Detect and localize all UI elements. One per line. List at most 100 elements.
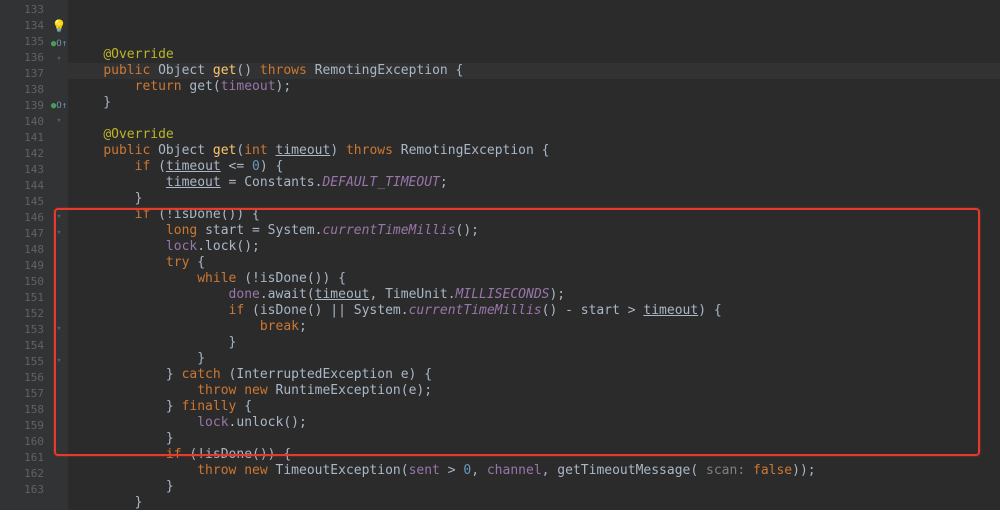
code-line[interactable]: }: [68, 351, 1000, 367]
code-token: channel: [487, 463, 542, 478]
code-line[interactable]: }: [68, 191, 1000, 207]
code-line[interactable]: return get(timeout);: [68, 79, 1000, 95]
code-token: ));: [792, 463, 815, 478]
code-line[interactable]: if (!isDone()) {: [68, 447, 1000, 463]
code-token: , TimeUnit.: [369, 287, 455, 302]
code-line[interactable]: while (!isDone()) {: [68, 271, 1000, 287]
code-line[interactable]: @Override: [68, 127, 1000, 143]
code-token: ) {: [260, 159, 283, 174]
fold-toggle-icon[interactable]: ▾: [56, 228, 61, 238]
code-line[interactable]: try {: [68, 255, 1000, 271]
code-token: Object: [158, 63, 213, 78]
code-token: );: [276, 79, 292, 94]
code-line[interactable]: break;: [68, 319, 1000, 335]
line-number: 156: [0, 370, 50, 386]
code-token: if: [166, 447, 189, 462]
gutter-marker-cell: [50, 242, 68, 258]
code-editor[interactable]: 1331341351361371381391401411421431441451…: [0, 0, 1000, 510]
line-number: 136: [0, 50, 50, 66]
fold-toggle-icon[interactable]: ▾: [56, 356, 61, 366]
code-token: timeout: [166, 159, 221, 174]
override-marker-icon[interactable]: O↑: [56, 39, 67, 49]
fold-toggle-icon[interactable]: ▾: [56, 54, 61, 64]
override-marker-icon[interactable]: O↑: [56, 101, 67, 111]
line-number: 138: [0, 82, 50, 98]
marker-gutter: 💡●O↑ ▾●O↑ ▾ ▾ ▾ ▾ ▾: [50, 0, 68, 510]
gutter-marker-cell: [50, 386, 68, 402]
code-token: return: [135, 79, 190, 94]
code-token: timeout: [276, 143, 331, 158]
gutter-marker-cell: [50, 82, 68, 98]
line-number: 140: [0, 114, 50, 130]
code-line[interactable]: throw new TimeoutException(sent > 0, cha…: [68, 463, 1000, 479]
code-line[interactable]: if (!isDone()) {: [68, 207, 1000, 223]
line-number: 134: [0, 18, 50, 34]
code-token: ();: [456, 223, 479, 238]
code-token: get(: [189, 79, 220, 94]
gutter-marker-cell: [50, 274, 68, 290]
gutter-marker-cell: [50, 146, 68, 162]
code-token: }: [72, 351, 205, 366]
code-token: throws: [260, 63, 315, 78]
gutter-marker-cell: [50, 178, 68, 194]
code-token: 0: [252, 159, 260, 174]
gutter-marker-cell: ●O↑ ▾: [50, 98, 68, 114]
line-number: 150: [0, 274, 50, 290]
gutter-marker-cell: [50, 370, 68, 386]
fold-toggle-icon[interactable]: ▾: [56, 212, 61, 222]
code-token: }: [72, 191, 142, 206]
code-token: if: [229, 303, 252, 318]
code-line[interactable]: if (isDone() || System.currentTimeMillis…: [68, 303, 1000, 319]
line-number: 146: [0, 210, 50, 226]
code-token: throws: [346, 143, 401, 158]
line-number: 142: [0, 146, 50, 162]
code-token: {: [197, 255, 205, 270]
code-token: @Override: [103, 47, 173, 62]
line-number: 154: [0, 338, 50, 354]
code-line[interactable]: [68, 111, 1000, 127]
code-line[interactable]: } finally {: [68, 399, 1000, 415]
code-token: ): [330, 143, 346, 158]
code-line[interactable]: }: [68, 95, 1000, 111]
code-token: int: [244, 143, 275, 158]
code-token: ;: [299, 319, 307, 334]
code-line[interactable]: }: [68, 479, 1000, 495]
code-line[interactable]: lock.lock();: [68, 239, 1000, 255]
code-line[interactable]: public Object get() throws RemotingExcep…: [68, 63, 1000, 79]
code-line[interactable]: }: [68, 335, 1000, 351]
gutter-marker-cell: [50, 66, 68, 82]
code-line[interactable]: done.await(timeout, TimeUnit.MILLISECOND…: [68, 287, 1000, 303]
line-number: 157: [0, 386, 50, 402]
code-token: throw new: [197, 383, 275, 398]
code-line[interactable]: }: [68, 431, 1000, 447]
fold-toggle-icon[interactable]: ▾: [56, 116, 61, 126]
code-token: get: [213, 63, 236, 78]
code-line[interactable]: if (timeout <= 0) {: [68, 159, 1000, 175]
line-number: 143: [0, 162, 50, 178]
code-token: >: [440, 463, 463, 478]
code-token: .lock();: [197, 239, 260, 254]
code-line[interactable]: @Override: [68, 47, 1000, 63]
code-line[interactable]: }: [68, 495, 1000, 510]
gutter-marker-cell: [50, 450, 68, 466]
code-line[interactable]: throw new RuntimeException(e);: [68, 383, 1000, 399]
line-number: 153: [0, 322, 50, 338]
fold-toggle-icon[interactable]: ▾: [56, 324, 61, 334]
gutter-marker-cell: [50, 402, 68, 418]
code-token: sent: [409, 463, 440, 478]
code-line[interactable]: } catch (InterruptedException e) {: [68, 367, 1000, 383]
code-token: RemotingException {: [401, 143, 550, 158]
code-line[interactable]: timeout = Constants.DEFAULT_TIMEOUT;: [68, 175, 1000, 191]
code-token: }: [72, 335, 236, 350]
code-line[interactable]: lock.unlock();: [68, 415, 1000, 431]
code-line[interactable]: public Object get(int timeout) throws Re…: [68, 143, 1000, 159]
code-token: start = System.: [205, 223, 322, 238]
line-number: 144: [0, 178, 50, 194]
code-area[interactable]: @Override public Object get() throws Rem…: [68, 0, 1000, 510]
line-number: 162: [0, 466, 50, 482]
gutter-marker-cell: [50, 258, 68, 274]
code-token: timeout: [221, 79, 276, 94]
intention-bulb-icon[interactable]: 💡: [52, 19, 67, 33]
code-token: currentTimeMillis: [409, 303, 542, 318]
code-line[interactable]: long start = System.currentTimeMillis();: [68, 223, 1000, 239]
